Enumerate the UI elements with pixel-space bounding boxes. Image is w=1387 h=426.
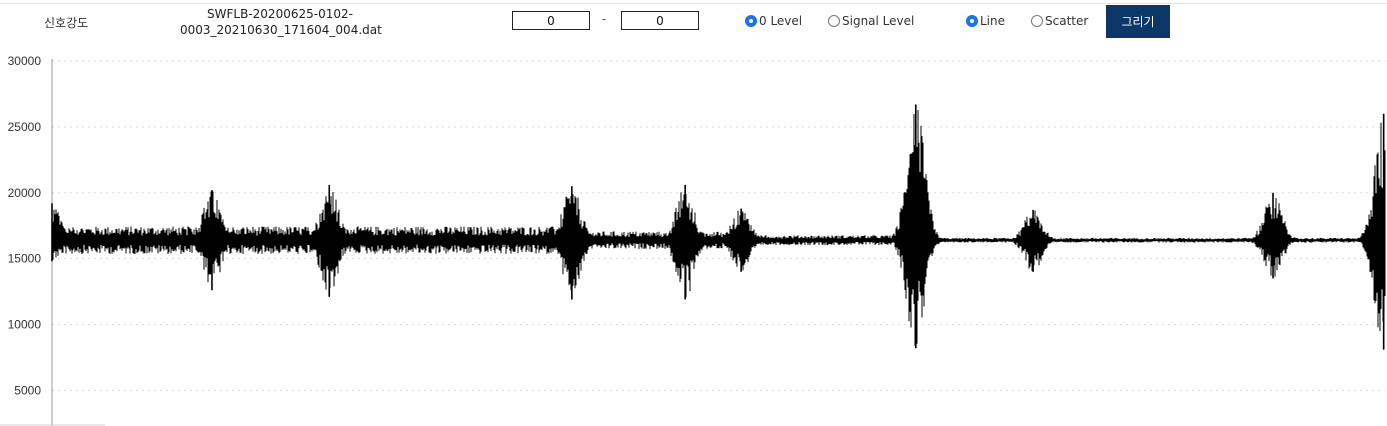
signal-chart: 5000 10000 15000 20000 25000 30000 — [0, 54, 1386, 426]
y-tick-label-20000: 20000 — [8, 186, 42, 200]
y-tick-label-30000: 30000 — [8, 54, 42, 68]
y-tick-label-25000: 25000 — [8, 120, 42, 134]
y-tick-label-5000: 5000 — [14, 383, 41, 397]
signal-trace — [51, 110, 1386, 346]
y-tick-label-15000: 15000 — [8, 252, 42, 266]
y-tick-label-10000: 10000 — [8, 318, 42, 332]
